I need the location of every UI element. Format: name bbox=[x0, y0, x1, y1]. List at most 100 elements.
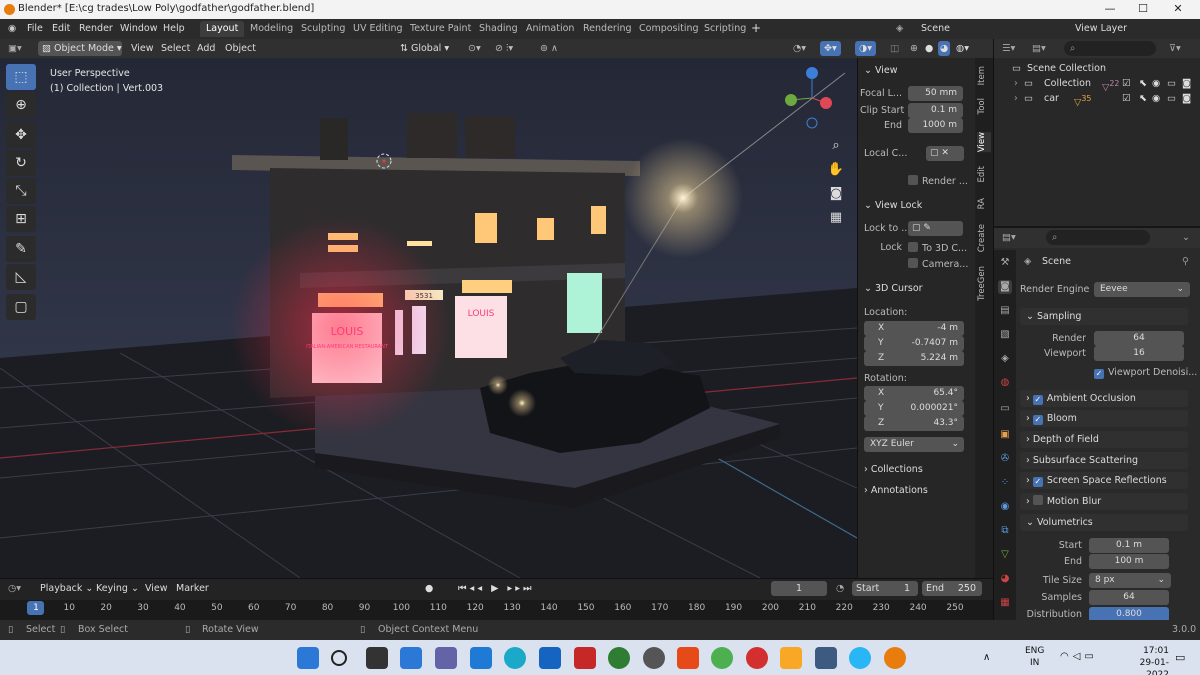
lock-camera-checkbox[interactable]: Camera... bbox=[908, 258, 968, 270]
zoom-icon[interactable]: ⌕ bbox=[826, 134, 846, 158]
timeline-view-menu[interactable]: View bbox=[145, 581, 168, 596]
vp-menu-view[interactable]: View bbox=[131, 41, 154, 56]
constraints-tab-icon[interactable]: ⧉ bbox=[998, 524, 1012, 538]
3d-viewport[interactable]: LOUIS ITALIAN-AMERICAN RESTAURANT LOUIS … bbox=[0, 58, 857, 578]
maximize-button[interactable]: ☐ bbox=[1128, 2, 1158, 15]
playback-controls[interactable]: ⏮◂◂ ▶ ▸▸⏭ bbox=[458, 581, 535, 596]
render-checkbox[interactable]: Render ... bbox=[908, 175, 968, 187]
ntab-tool[interactable]: Tool bbox=[977, 98, 991, 115]
render-camera-icon[interactable]: ◙ bbox=[1182, 91, 1191, 106]
blender-menu-icon[interactable]: ◉ bbox=[8, 23, 16, 34]
file-explorer-icon[interactable] bbox=[780, 647, 802, 669]
tab-shading[interactable]: Shading bbox=[473, 21, 524, 37]
xray-icon[interactable]: ◫ bbox=[890, 41, 899, 56]
tab-animation[interactable]: Animation bbox=[520, 21, 580, 37]
annotate-tool-icon[interactable]: ✎ bbox=[6, 236, 36, 262]
3d-cursor-header[interactable]: ⌄ 3D Cursor bbox=[864, 283, 923, 294]
select-arrow-icon[interactable]: ⬉ bbox=[1139, 76, 1147, 91]
viewport-samples-field[interactable]: 16 bbox=[1094, 346, 1184, 361]
select-arrow-icon[interactable]: ⬉ bbox=[1139, 91, 1147, 106]
ntab-view[interactable]: View bbox=[977, 132, 991, 153]
vol-end-field[interactable]: 100 m bbox=[1089, 554, 1169, 569]
tab-compositing[interactable]: Compositing bbox=[633, 21, 705, 37]
material-tab-icon[interactable]: ◕ bbox=[998, 572, 1012, 586]
menu-file[interactable]: File bbox=[27, 23, 43, 34]
data-tab-icon[interactable]: ▽ bbox=[998, 548, 1012, 562]
xbox-icon[interactable] bbox=[608, 647, 630, 669]
display-mode-icon[interactable]: ▤▾ bbox=[1032, 41, 1046, 56]
notification-icon[interactable]: ▭ bbox=[1175, 651, 1185, 664]
collection-tab-icon[interactable]: ▭ bbox=[998, 402, 1012, 416]
settings-gear-icon[interactable] bbox=[643, 647, 665, 669]
viewport-monitor-icon[interactable]: ▭ bbox=[1167, 91, 1176, 106]
chrome-icon[interactable] bbox=[711, 647, 733, 669]
particles-tab-icon[interactable]: ⁘ bbox=[998, 476, 1012, 490]
camera-view-icon[interactable]: ◙ bbox=[826, 182, 846, 206]
app-l-icon[interactable] bbox=[539, 647, 561, 669]
modifier-tab-icon[interactable]: ✇ bbox=[998, 452, 1012, 466]
ambient-occlusion-section[interactable]: › ✓ Ambient Occlusion bbox=[1020, 390, 1188, 407]
task-view-icon[interactable] bbox=[366, 647, 388, 669]
rendered-shading-icon[interactable]: ◍▾ bbox=[956, 41, 969, 56]
editor-type-icon[interactable]: ▣▾ bbox=[8, 41, 22, 56]
add-workspace-button[interactable]: + bbox=[751, 21, 761, 35]
add-cube-tool-icon[interactable]: ▢ bbox=[6, 294, 36, 320]
timeline-editor-icon[interactable]: ◷▾ bbox=[8, 581, 21, 596]
opera-icon[interactable] bbox=[746, 647, 768, 669]
material-shading-icon[interactable]: ◕ bbox=[938, 41, 951, 56]
widgets-icon[interactable] bbox=[400, 647, 422, 669]
tool-tab-icon[interactable]: ⚒ bbox=[998, 256, 1012, 270]
menu-help[interactable]: Help bbox=[163, 23, 185, 34]
lock-to-3d-cursor-checkbox[interactable]: To 3D C... bbox=[908, 242, 967, 254]
tab-modeling[interactable]: Modeling bbox=[244, 21, 299, 37]
solid-shading-icon[interactable]: ● bbox=[925, 41, 933, 56]
rotation-mode-dropdown[interactable]: XYZ Euler ⌄ bbox=[864, 437, 964, 452]
tab-scripting[interactable]: Scripting bbox=[698, 21, 752, 37]
tab-sculpting[interactable]: Sculpting bbox=[295, 21, 351, 37]
eye-icon[interactable]: ◉ bbox=[1152, 91, 1160, 106]
clip-start-field[interactable]: 0.1 m bbox=[908, 103, 963, 118]
tab-texture-paint[interactable]: Texture Paint bbox=[404, 21, 477, 37]
menu-window[interactable]: Window bbox=[120, 23, 157, 34]
gizmo-toggle-icon[interactable]: ✥▾ bbox=[820, 41, 841, 56]
viewport-monitor-icon[interactable]: ▭ bbox=[1167, 76, 1176, 91]
cursor-rotation-x[interactable]: X 65.4° bbox=[864, 386, 964, 401]
cursor-rotation-y[interactable]: Y 0.000021° bbox=[864, 401, 964, 416]
scene-tab-icon[interactable]: ◈ bbox=[998, 352, 1012, 366]
tab-uv-editing[interactable]: UV Editing bbox=[347, 21, 409, 37]
vp-menu-select[interactable]: Select bbox=[161, 41, 190, 56]
view-layer-selector[interactable]: View Layer bbox=[1075, 23, 1127, 34]
properties-editor-icon[interactable]: ▤▾ bbox=[1002, 230, 1016, 245]
cursor-location-x[interactable]: X -4 m bbox=[864, 321, 964, 336]
transform-orientation[interactable]: ⇅ Global ▾ bbox=[400, 41, 449, 56]
edge-icon[interactable] bbox=[504, 647, 526, 669]
overlay-toggle-icon[interactable]: ◑▾ bbox=[855, 41, 877, 56]
ntab-treegen[interactable]: TreeGen bbox=[977, 266, 991, 301]
view-layer-tab-icon[interactable]: ▧ bbox=[998, 328, 1012, 342]
object-tab-icon[interactable]: ▣ bbox=[998, 428, 1012, 442]
physics-tab-icon[interactable]: ◉ bbox=[998, 500, 1012, 514]
playback-menu[interactable]: Playback ⌄ bbox=[40, 581, 93, 596]
language-indicator[interactable]: ENG IN bbox=[1025, 645, 1044, 669]
cursor-tool-icon[interactable]: ⊕ bbox=[6, 92, 36, 118]
subsurface-scattering-section[interactable]: › Subsurface Scattering bbox=[1020, 452, 1188, 469]
motion-blur-section[interactable]: › Motion Blur bbox=[1020, 493, 1188, 510]
cursor-rotation-z[interactable]: Z 43.3° bbox=[864, 416, 964, 431]
ortho-grid-icon[interactable]: ▦ bbox=[826, 206, 846, 230]
keying-menu[interactable]: Keying ⌄ bbox=[96, 581, 139, 596]
cursor-location-z[interactable]: Z 5.224 m bbox=[864, 351, 964, 366]
cursor-location-y[interactable]: Y -0.7407 m bbox=[864, 336, 964, 351]
outliner-search-input[interactable]: ⌕ bbox=[1064, 41, 1156, 56]
lock-to-object-field[interactable]: ▢ ✎ bbox=[908, 221, 963, 236]
record-button[interactable]: ● bbox=[425, 581, 433, 596]
texture-tab-icon[interactable]: ▦ bbox=[998, 596, 1012, 610]
scene-selector[interactable]: Scene bbox=[921, 23, 950, 34]
rotate-tool-icon[interactable]: ↻ bbox=[6, 150, 36, 176]
properties-search-input[interactable]: ⌕ bbox=[1046, 230, 1150, 245]
tab-rendering[interactable]: Rendering bbox=[577, 21, 638, 37]
menu-edit[interactable]: Edit bbox=[52, 23, 70, 34]
ntab-edit[interactable]: Edit bbox=[977, 166, 991, 182]
eye-icon[interactable]: ◉ bbox=[1152, 76, 1160, 91]
scale-tool-icon[interactable]: ⤡ bbox=[6, 178, 36, 204]
select-box-tool-icon[interactable]: ⬚ bbox=[6, 64, 36, 90]
